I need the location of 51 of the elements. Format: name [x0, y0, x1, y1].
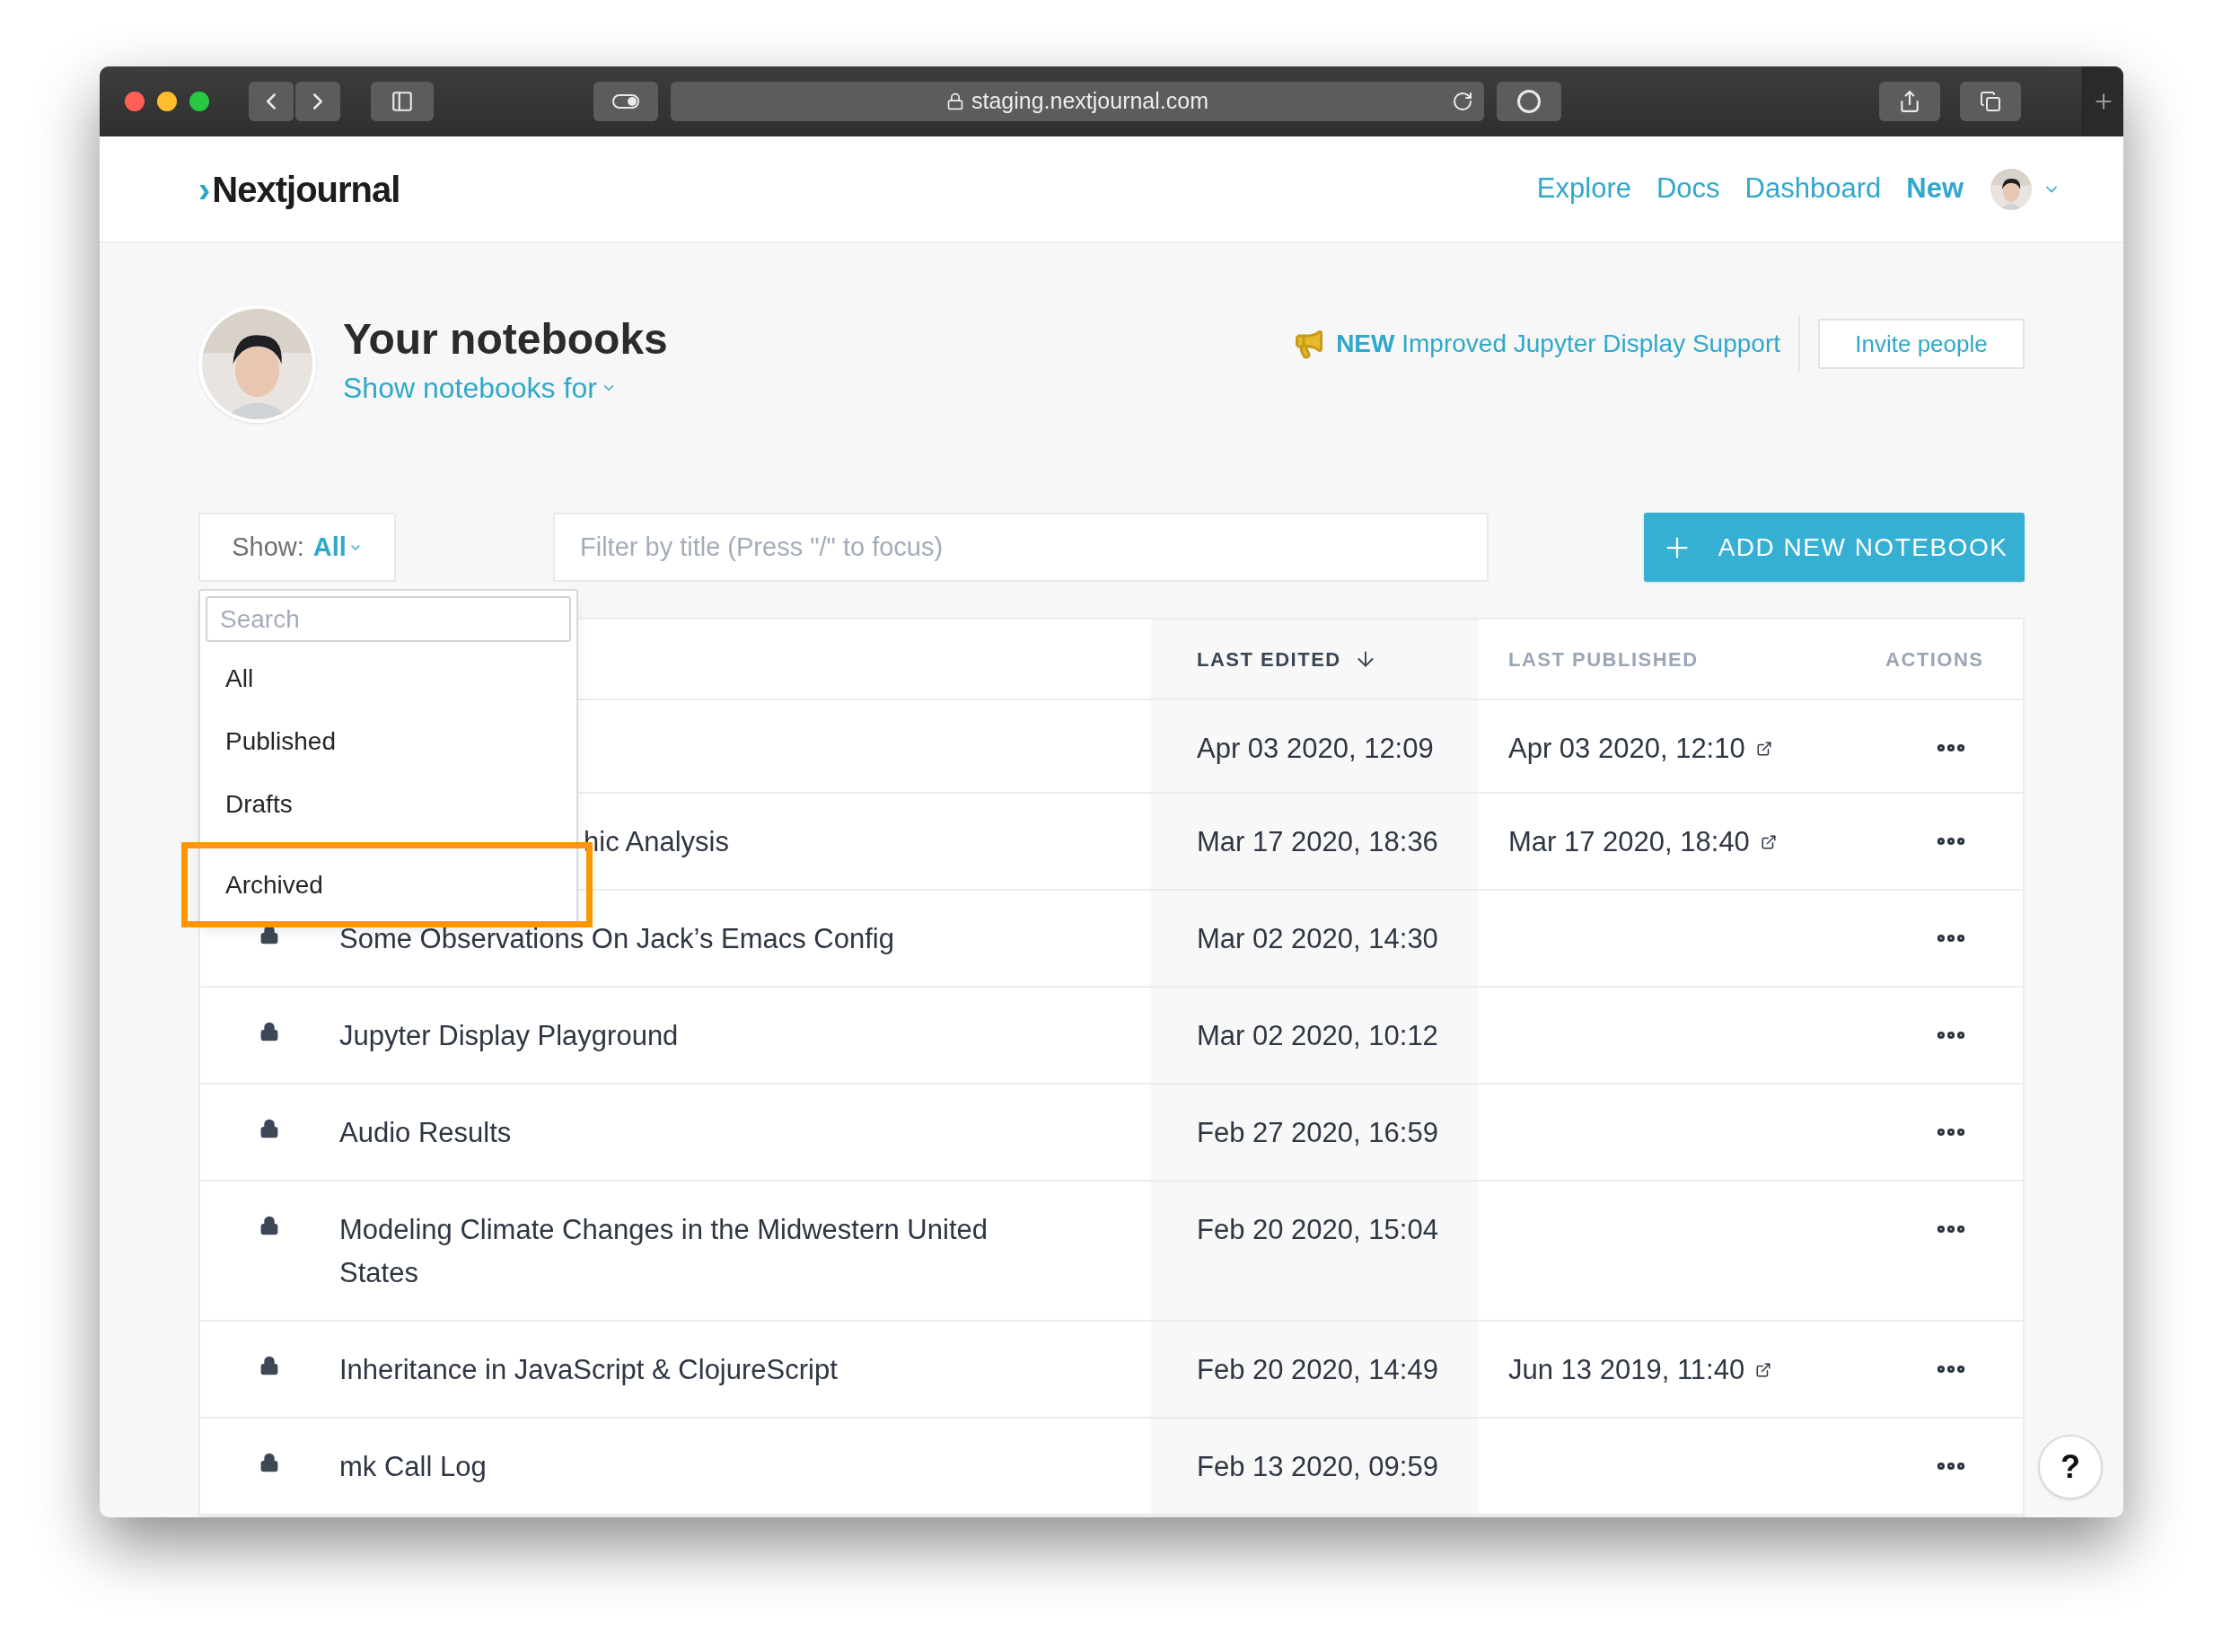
new-tab-button[interactable] [2082, 66, 2123, 136]
sidebar-icon [391, 90, 414, 113]
table-cell: Mar 02 2020, 14:30 [1151, 891, 1479, 988]
minimize-icon[interactable] [157, 92, 177, 111]
column-header: LAST PUBLISHED [1479, 620, 1885, 700]
table-cell: Feb 20 2020, 14:49 [1151, 1322, 1479, 1419]
table-cell-text: Jun 13 2019, 11:40 [1508, 1353, 1745, 1387]
help-button[interactable]: ? [2038, 1435, 2103, 1499]
column-header[interactable]: LAST EDITED [1151, 620, 1479, 700]
table-cell: Feb 13 2020, 09:59 [1151, 1419, 1479, 1516]
lock-icon [945, 92, 964, 110]
forward-button[interactable] [295, 82, 340, 121]
dropdown-item[interactable]: Archived [200, 854, 576, 917]
dropdown-item[interactable]: Published [200, 710, 576, 773]
address-bar[interactable]: staging.nextjournal.com [671, 82, 1484, 121]
logo-mark: › [198, 168, 211, 211]
notebook-title[interactable]: Jupyter Display Playground [339, 1015, 679, 1058]
show-filter-button[interactable]: Show: All [198, 513, 396, 582]
tabs-icon [1980, 91, 2001, 112]
notebook-title[interactable]: mk Call Log [339, 1446, 487, 1489]
maximize-icon[interactable] [189, 92, 209, 111]
table-cell-text: Apr 03 2020, 12:10 [1508, 732, 1745, 766]
search-field[interactable]: Search [206, 596, 571, 642]
page-title: Your notebooks [343, 314, 668, 365]
notebook-title[interactable]: Inheritance in JavaScript & ClojureScript [339, 1349, 838, 1392]
close-icon[interactable] [125, 92, 145, 111]
toggle-button[interactable] [593, 82, 658, 121]
table-cell: Mar 02 2020, 10:12 [1151, 988, 1479, 1085]
external-link-icon[interactable] [1760, 834, 1777, 850]
notebook-title[interactable]: Audio Results [339, 1112, 512, 1155]
share-icon [1898, 90, 1921, 113]
table-cell-text: Mar 17 2020, 18:40 [1508, 825, 1750, 859]
notebook-title[interactable]: Modeling Climate Changes in the Midwestern United States [339, 1208, 1058, 1295]
dropdown-item[interactable]: Drafts [200, 773, 576, 836]
logo[interactable]: Nextjournal [212, 162, 400, 216]
table-cell: Apr 03 2020, 12:09 [1151, 700, 1479, 794]
table-cell: Feb 27 2020, 16:59 [1151, 1085, 1479, 1182]
reload-icon[interactable] [1452, 91, 1473, 112]
share-button[interactable] [1879, 82, 1940, 121]
back-button[interactable] [249, 82, 294, 121]
tabs-button[interactable] [1960, 82, 2021, 121]
external-link-icon[interactable] [1755, 741, 1772, 757]
avatar [1990, 168, 2032, 210]
table-cell: Feb 20 2020, 15:04 [1151, 1182, 1479, 1322]
column-header: ACTIONS [1885, 620, 2023, 700]
external-link-icon[interactable] [1755, 1362, 1772, 1378]
filter-field[interactable]: Filter by title (Press "/" to focus) [553, 513, 1489, 582]
table-cell: Mar 17 2020, 18:36 [1151, 794, 1479, 891]
password-button[interactable] [1497, 82, 1561, 121]
sidebar-button[interactable] [371, 82, 434, 121]
dropdown-item[interactable]: All [200, 647, 576, 710]
